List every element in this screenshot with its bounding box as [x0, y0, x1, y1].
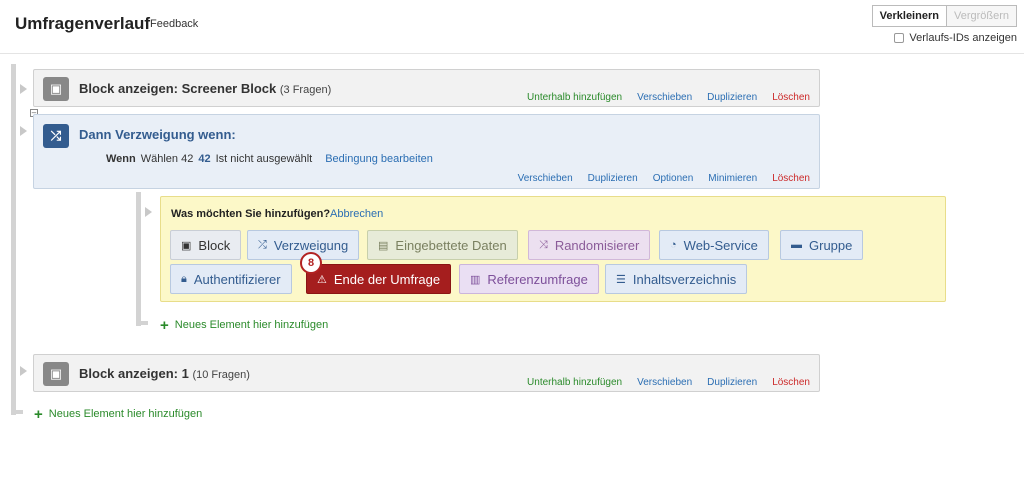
flow-connector	[136, 321, 148, 325]
question-count: (10 Fragen)	[192, 369, 250, 381]
add-end-of-survey-button[interactable]: ⚠ Ende der Umfrage	[306, 264, 452, 294]
add-authenticator-button[interactable]: 🔒︎ Authentifizierer	[170, 264, 292, 294]
add-table-of-contents-button[interactable]: ☰ Inhaltsverzeichnis	[605, 264, 748, 294]
minimize-link[interactable]: Minimieren	[708, 173, 757, 184]
branch-actions: Verschieben Duplizieren Optionen Minimie…	[518, 173, 810, 184]
flow-arrow-icon	[145, 207, 152, 217]
add-randomizer-button[interactable]: ⤨ Randomisierer	[528, 230, 651, 260]
block-cube-icon: ▣	[43, 362, 69, 386]
embedded-data-icon: ▤	[378, 239, 389, 252]
step-number-badge: 8	[300, 252, 322, 274]
header-divider	[0, 53, 1024, 54]
page-header: Umfragenverlauf Feedback Verkleinern Ver…	[0, 0, 1024, 52]
block-actions: Unterhalb hinzufügen Verschieben Duplizi…	[527, 377, 810, 388]
branch-flow-rail	[136, 192, 141, 326]
add-web-service-button[interactable]: ◔ Web-Service	[659, 230, 769, 260]
add-below-link[interactable]: Unterhalb hinzufügen	[527, 377, 622, 388]
branch-condition: Wenn Wählen 42 42 Ist nicht ausgewählt B…	[106, 153, 433, 165]
duplicate-link[interactable]: Duplizieren	[588, 173, 638, 184]
show-ids-checkbox[interactable]	[894, 33, 905, 43]
feedback-link[interactable]: Feedback	[150, 18, 198, 30]
add-embedded-data-button[interactable]: ▤ Eingebettete Daten	[367, 230, 518, 260]
zoom-out-button[interactable]: Verkleinern	[871, 5, 947, 27]
branch-element[interactable]: ⤮ Dann Verzweigung wenn: Wenn Wählen 42 …	[33, 114, 820, 189]
zoom-controls: Verkleinern Vergrößern	[871, 5, 1017, 27]
lock-icon: 🔒︎	[181, 272, 187, 285]
rss-icon: ◔	[670, 239, 677, 251]
shuffle-icon: ⤨	[539, 238, 548, 251]
folder-icon: ▬	[791, 239, 802, 251]
block-1[interactable]: ▣ Block anzeigen: 1 (10 Fragen) Unterhal…	[33, 354, 820, 392]
question-count: (3 Fragen)	[279, 84, 332, 96]
options-link[interactable]: Optionen	[653, 173, 694, 184]
add-question: Was möchten Sie hinzufügen?	[171, 208, 331, 220]
flow-arrow-icon	[20, 126, 27, 136]
plus-icon: +	[160, 316, 169, 334]
page-title: Umfragenverlauf	[15, 14, 151, 33]
block-actions: Unterhalb hinzufügen Verschieben Duplizi…	[527, 92, 810, 103]
flow-arrow-icon	[20, 84, 27, 94]
show-ids-toggle[interactable]: Verlaufs-IDs anzeigen	[894, 32, 1017, 44]
add-block-button[interactable]: ▣ Block	[170, 230, 242, 260]
block-cube-icon: ▣	[43, 77, 69, 101]
duplicate-link[interactable]: Duplizieren	[707, 92, 757, 103]
move-link[interactable]: Verschieben	[518, 173, 573, 184]
add-below-link[interactable]: Unterhalb hinzufügen	[527, 92, 622, 103]
duplicate-link[interactable]: Duplizieren	[707, 377, 757, 388]
branch-icon: ⤮	[43, 124, 69, 148]
main-flow-rail	[11, 64, 16, 415]
add-reference-survey-button[interactable]: ▥ Referenzumfrage	[459, 264, 599, 294]
warning-icon: ⚠	[317, 273, 327, 286]
move-link[interactable]: Verschieben	[637, 377, 692, 388]
delete-link[interactable]: Löschen	[772, 377, 810, 388]
block-title: Block anzeigen: 1 (10 Fragen)	[79, 366, 250, 381]
list-icon: ☰	[616, 273, 626, 286]
add-new-element-inner[interactable]: + Neues Element hier hinzufügen	[160, 316, 328, 334]
add-new-element-outer[interactable]: + Neues Element hier hinzufügen	[34, 405, 202, 423]
add-element-panel: Was möchten Sie hinzufügen? Abbrechen ▣ …	[160, 196, 946, 302]
block-title: Block anzeigen: Screener Block (3 Fragen…	[79, 81, 332, 96]
clipboard-icon: ▥	[470, 273, 481, 286]
edit-condition-link[interactable]: Bedingung bearbeiten	[325, 153, 433, 165]
flow-connector	[11, 410, 23, 414]
cancel-link[interactable]: Abbrechen	[330, 208, 383, 220]
flow-arrow-icon	[20, 366, 27, 376]
delete-link[interactable]: Löschen	[772, 173, 810, 184]
add-group-button[interactable]: ▬ Gruppe	[780, 230, 864, 260]
plus-icon: +	[34, 405, 43, 423]
branch-title: Dann Verzweigung wenn:	[79, 127, 236, 142]
zoom-in-button[interactable]: Vergrößern	[946, 5, 1017, 27]
delete-link[interactable]: Löschen	[772, 92, 810, 103]
block-screener[interactable]: ▣ Block anzeigen: Screener Block (3 Frag…	[33, 69, 820, 107]
show-ids-label: Verlaufs-IDs anzeigen	[909, 32, 1017, 44]
branch-icon: ⤮	[258, 238, 267, 251]
cube-icon: ▣	[181, 239, 192, 252]
move-link[interactable]: Verschieben	[637, 92, 692, 103]
